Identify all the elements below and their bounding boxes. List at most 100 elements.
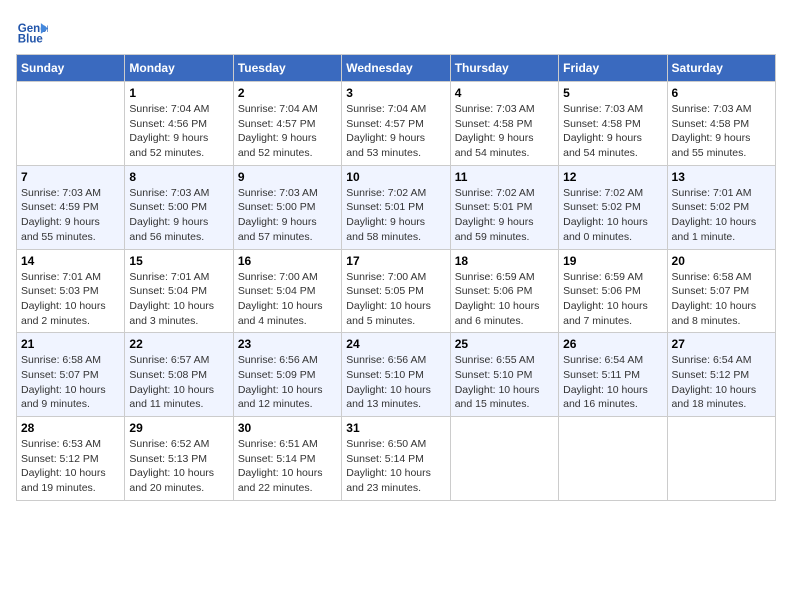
weekday-header-tuesday: Tuesday xyxy=(233,55,341,82)
calendar-cell: 13 Sunrise: 7:01 AMSunset: 5:02 PMDayligh… xyxy=(667,165,775,249)
week-row-5: 28 Sunrise: 6:53 AMSunset: 5:12 PMDayligh… xyxy=(17,417,776,501)
calendar-cell: 25Sunrise: 6:55 AMSunset: 5:10 PMDayligh… xyxy=(450,333,558,417)
day-info: Sunrise: 6:59 AMSunset: 5:06 PMDaylight:… xyxy=(563,270,662,329)
calendar-cell: 12 Sunrise: 7:02 AMSunset: 5:02 PMDayligh… xyxy=(559,165,667,249)
calendar-cell xyxy=(17,82,125,166)
day-number: 21 xyxy=(21,337,120,351)
day-number: 2 xyxy=(238,86,337,100)
day-number: 7 xyxy=(21,170,120,184)
day-number: 16 xyxy=(238,254,337,268)
calendar-cell: 17 Sunrise: 7:00 AMSunset: 5:05 PMDayligh… xyxy=(342,249,450,333)
calendar-cell: 15 Sunrise: 7:01 AMSunset: 5:04 PMDayligh… xyxy=(125,249,233,333)
week-row-1: 1Sunrise: 7:04 AMSunset: 4:56 PMDaylight… xyxy=(17,82,776,166)
logo: General Blue xyxy=(16,16,48,48)
day-info: Sunrise: 6:58 AMSunset: 5:07 PMDaylight:… xyxy=(21,353,120,412)
day-info: Sunrise: 6:55 AMSunset: 5:10 PMDaylight:… xyxy=(455,353,554,412)
logo-icon: General Blue xyxy=(16,16,48,48)
calendar-table: SundayMondayTuesdayWednesdayThursdayFrid… xyxy=(16,54,776,501)
calendar-cell: 24 Sunrise: 6:56 AMSunset: 5:10 PMDayligh… xyxy=(342,333,450,417)
day-number: 8 xyxy=(129,170,228,184)
day-info: Sunrise: 7:02 AMSunset: 5:01 PMDaylight:… xyxy=(455,186,554,245)
weekday-header-saturday: Saturday xyxy=(667,55,775,82)
calendar-cell: 19Sunrise: 6:59 AMSunset: 5:06 PMDayligh… xyxy=(559,249,667,333)
day-number: 22 xyxy=(129,337,228,351)
day-number: 28 xyxy=(21,421,120,435)
day-number: 10 xyxy=(346,170,445,184)
calendar-cell: 18 Sunrise: 6:59 AMSunset: 5:06 PMDayligh… xyxy=(450,249,558,333)
calendar-cell: 20Sunrise: 6:58 AMSunset: 5:07 PMDayligh… xyxy=(667,249,775,333)
day-info: Sunrise: 7:00 AMSunset: 5:05 PMDaylight:… xyxy=(346,270,445,329)
calendar-cell: 30 Sunrise: 6:51 AMSunset: 5:14 PMDayligh… xyxy=(233,417,341,501)
day-number: 5 xyxy=(563,86,662,100)
day-info: Sunrise: 6:54 AMSunset: 5:12 PMDaylight:… xyxy=(672,353,771,412)
calendar-cell: 11 Sunrise: 7:02 AMSunset: 5:01 PMDayligh… xyxy=(450,165,558,249)
day-info: Sunrise: 7:03 AMSunset: 4:59 PMDaylight:… xyxy=(21,186,120,245)
week-row-4: 21 Sunrise: 6:58 AMSunset: 5:07 PMDayligh… xyxy=(17,333,776,417)
day-info: Sunrise: 6:51 AMSunset: 5:14 PMDaylight:… xyxy=(238,437,337,496)
day-info: Sunrise: 7:04 AMSunset: 4:57 PMDaylight:… xyxy=(346,102,445,161)
calendar-cell: 10 Sunrise: 7:02 AMSunset: 5:01 PMDayligh… xyxy=(342,165,450,249)
day-info: Sunrise: 7:03 AMSunset: 5:00 PMDaylight:… xyxy=(238,186,337,245)
calendar-cell: 16 Sunrise: 7:00 AMSunset: 5:04 PMDayligh… xyxy=(233,249,341,333)
calendar-cell: 8 Sunrise: 7:03 AMSunset: 5:00 PMDaylight… xyxy=(125,165,233,249)
day-info: Sunrise: 7:00 AMSunset: 5:04 PMDaylight:… xyxy=(238,270,337,329)
day-number: 30 xyxy=(238,421,337,435)
calendar-cell xyxy=(559,417,667,501)
day-info: Sunrise: 7:02 AMSunset: 5:02 PMDaylight:… xyxy=(563,186,662,245)
day-info: Sunrise: 7:04 AMSunset: 4:57 PMDaylight:… xyxy=(238,102,337,161)
calendar-cell: 6 Sunrise: 7:03 AMSunset: 4:58 PMDaylight… xyxy=(667,82,775,166)
svg-text:Blue: Blue xyxy=(18,34,44,46)
calendar-cell: 2 Sunrise: 7:04 AMSunset: 4:57 PMDaylight… xyxy=(233,82,341,166)
calendar-cell xyxy=(667,417,775,501)
day-info: Sunrise: 6:56 AMSunset: 5:09 PMDaylight:… xyxy=(238,353,337,412)
day-info: Sunrise: 7:04 AMSunset: 4:56 PMDaylight:… xyxy=(129,102,228,161)
day-number: 20 xyxy=(672,254,771,268)
day-info: Sunrise: 6:57 AMSunset: 5:08 PMDaylight:… xyxy=(129,353,228,412)
calendar-cell: 23 Sunrise: 6:56 AMSunset: 5:09 PMDayligh… xyxy=(233,333,341,417)
day-number: 9 xyxy=(238,170,337,184)
calendar-cell: 14Sunrise: 7:01 AMSunset: 5:03 PMDayligh… xyxy=(17,249,125,333)
weekday-header-sunday: Sunday xyxy=(17,55,125,82)
weekday-header-monday: Monday xyxy=(125,55,233,82)
day-number: 17 xyxy=(346,254,445,268)
day-number: 13 xyxy=(672,170,771,184)
day-info: Sunrise: 7:03 AMSunset: 4:58 PMDaylight:… xyxy=(672,102,771,161)
day-number: 24 xyxy=(346,337,445,351)
day-info: Sunrise: 7:02 AMSunset: 5:01 PMDaylight:… xyxy=(346,186,445,245)
calendar-cell: 27 Sunrise: 6:54 AMSunset: 5:12 PMDayligh… xyxy=(667,333,775,417)
day-number: 6 xyxy=(672,86,771,100)
day-number: 26 xyxy=(563,337,662,351)
day-info: Sunrise: 6:59 AMSunset: 5:06 PMDaylight:… xyxy=(455,270,554,329)
calendar-cell: 3 Sunrise: 7:04 AMSunset: 4:57 PMDaylight… xyxy=(342,82,450,166)
week-row-3: 14Sunrise: 7:01 AMSunset: 5:03 PMDayligh… xyxy=(17,249,776,333)
calendar-cell: 22 Sunrise: 6:57 AMSunset: 5:08 PMDayligh… xyxy=(125,333,233,417)
day-info: Sunrise: 7:01 AMSunset: 5:03 PMDaylight:… xyxy=(21,270,120,329)
day-number: 11 xyxy=(455,170,554,184)
day-info: Sunrise: 7:03 AMSunset: 4:58 PMDaylight:… xyxy=(455,102,554,161)
day-info: Sunrise: 7:03 AMSunset: 5:00 PMDaylight:… xyxy=(129,186,228,245)
day-number: 23 xyxy=(238,337,337,351)
calendar-cell: 5 Sunrise: 7:03 AMSunset: 4:58 PMDaylight… xyxy=(559,82,667,166)
day-info: Sunrise: 6:53 AMSunset: 5:12 PMDaylight:… xyxy=(21,437,120,496)
day-number: 3 xyxy=(346,86,445,100)
header: General Blue xyxy=(16,16,776,48)
day-info: Sunrise: 6:56 AMSunset: 5:10 PMDaylight:… xyxy=(346,353,445,412)
calendar-cell: 29Sunrise: 6:52 AMSunset: 5:13 PMDayligh… xyxy=(125,417,233,501)
day-number: 18 xyxy=(455,254,554,268)
weekday-header-wednesday: Wednesday xyxy=(342,55,450,82)
day-info: Sunrise: 7:01 AMSunset: 5:04 PMDaylight:… xyxy=(129,270,228,329)
day-info: Sunrise: 6:54 AMSunset: 5:11 PMDaylight:… xyxy=(563,353,662,412)
day-number: 12 xyxy=(563,170,662,184)
day-number: 29 xyxy=(129,421,228,435)
calendar-cell: 4 Sunrise: 7:03 AMSunset: 4:58 PMDaylight… xyxy=(450,82,558,166)
day-number: 4 xyxy=(455,86,554,100)
week-row-2: 7 Sunrise: 7:03 AMSunset: 4:59 PMDaylight… xyxy=(17,165,776,249)
calendar-cell: 9 Sunrise: 7:03 AMSunset: 5:00 PMDaylight… xyxy=(233,165,341,249)
day-number: 15 xyxy=(129,254,228,268)
weekday-header-row: SundayMondayTuesdayWednesdayThursdayFrid… xyxy=(17,55,776,82)
calendar-cell: 31Sunrise: 6:50 AMSunset: 5:14 PMDayligh… xyxy=(342,417,450,501)
day-info: Sunrise: 7:01 AMSunset: 5:02 PMDaylight:… xyxy=(672,186,771,245)
day-number: 27 xyxy=(672,337,771,351)
weekday-header-thursday: Thursday xyxy=(450,55,558,82)
day-info: Sunrise: 7:03 AMSunset: 4:58 PMDaylight:… xyxy=(563,102,662,161)
